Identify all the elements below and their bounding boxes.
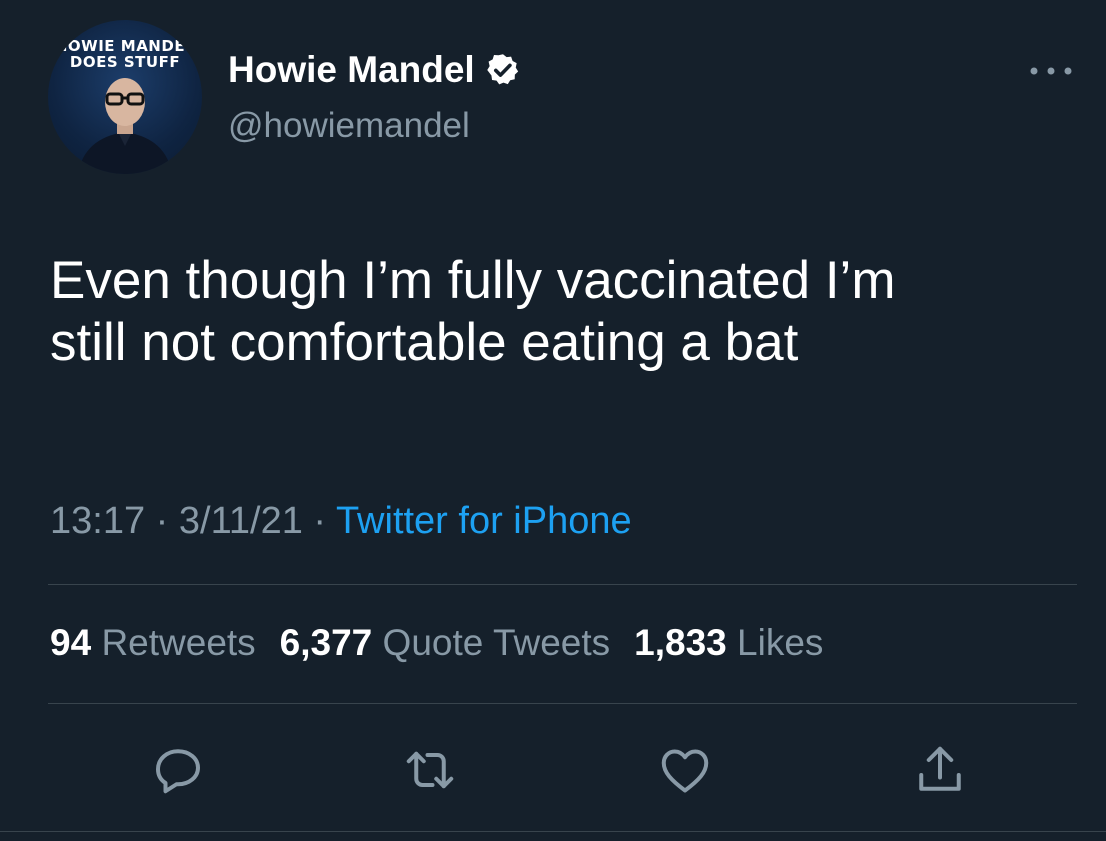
- quote-tweets-stat[interactable]: 6,377 Quote Tweets: [280, 620, 611, 666]
- quote-tweets-label: Quote Tweets: [382, 622, 611, 663]
- retweets-stat[interactable]: 94 Retweets: [50, 620, 256, 666]
- retweets-label: Retweets: [101, 622, 256, 663]
- tweet-stats: 94 Retweets 6,377 Quote Tweets 1,833 Lik…: [50, 620, 847, 666]
- tweet-source-link[interactable]: Twitter for iPhone: [336, 500, 632, 542]
- like-button[interactable]: [655, 740, 715, 800]
- tweet-detail: HOWIE MANDEL DOES STUFF Howie Mandel @ho…: [0, 0, 1106, 841]
- verified-badge-icon: [486, 54, 518, 85]
- tweet-text: Even though I’m fully vaccinated I’m sti…: [50, 250, 1070, 374]
- likes-count: 1,833: [634, 622, 727, 663]
- divider: [48, 584, 1077, 585]
- share-icon: [919, 746, 961, 791]
- retweet-icon: [406, 751, 454, 789]
- tweet-meta: 13:17 · 3/11/21 · Twitter for iPhone: [50, 498, 632, 544]
- display-name[interactable]: Howie Mandel: [228, 48, 475, 92]
- tweet-text-line: still not comfortable eating a bat: [50, 313, 799, 372]
- avatar-logo-text: HOWIE MANDEL DOES STUFF: [54, 37, 196, 71]
- more-dots-icon[interactable]: [1028, 62, 1074, 80]
- meta-separator: ·: [302, 500, 336, 542]
- reply-button[interactable]: [148, 740, 208, 800]
- tweet-time: 13:17: [50, 500, 146, 542]
- heart-icon: [661, 749, 709, 793]
- quote-tweets-count: 6,377: [279, 622, 373, 663]
- divider: [0, 831, 1106, 832]
- avatar[interactable]: HOWIE MANDEL DOES STUFF: [48, 20, 202, 174]
- user-handle[interactable]: @howiemandel: [228, 104, 470, 148]
- retweet-button[interactable]: [400, 740, 460, 800]
- share-button[interactable]: [910, 740, 970, 800]
- meta-separator: ·: [145, 500, 179, 542]
- likes-stat[interactable]: 1,833 Likes: [634, 620, 823, 666]
- likes-label: Likes: [737, 622, 824, 663]
- retweets-count: 94: [50, 622, 92, 663]
- author-name-row: Howie Mandel: [228, 48, 521, 92]
- tweet-date: 3/11/21: [178, 500, 303, 542]
- tweet-text-line: Even though I’m fully vaccinated I’m: [50, 251, 896, 310]
- divider: [48, 703, 1077, 704]
- reply-icon: [156, 749, 200, 794]
